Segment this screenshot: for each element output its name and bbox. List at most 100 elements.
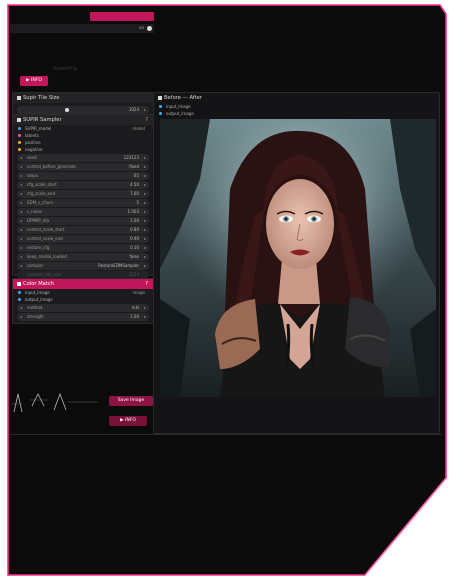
color-match-node[interactable]: Color Match ? input_image image output_i…: [12, 278, 154, 324]
sampler-param-row[interactable]: ◂ seed 123123 ▸: [17, 154, 149, 162]
sampler-param-row[interactable]: ◂ DPMPP_eta 1.00 ▸: [17, 217, 149, 225]
arrow-right-icon[interactable]: ▸: [144, 172, 146, 180]
arrow-left-icon[interactable]: ◂: [20, 217, 22, 225]
arrow-right-icon[interactable]: ▸: [144, 154, 146, 162]
param-label: EDM_s_churn: [27, 200, 54, 205]
node-menu-icon[interactable]: ?: [145, 279, 148, 289]
arrow-right-icon[interactable]: ▸: [144, 262, 146, 270]
port-label: output_image: [166, 111, 194, 116]
arrow-left-icon[interactable]: ◂: [20, 244, 22, 252]
top-toggle-knob[interactable]: [147, 26, 152, 31]
sampler-model-input[interactable]: SUPIR_model model: [17, 125, 149, 132]
arrow-left-icon[interactable]: ◂: [20, 253, 22, 261]
param-label: seed: [27, 155, 37, 160]
sampler-param-row[interactable]: ◂ control_before_generate fixed ▸: [17, 163, 149, 171]
arrow-right-icon[interactable]: ▸: [144, 313, 146, 321]
sampler-param-row[interactable]: ◂ sampler RestoreEDMSampler ▸: [17, 262, 149, 270]
arrow-right-icon[interactable]: ▸: [144, 106, 146, 114]
arrow-right-icon[interactable]: ▸: [144, 208, 146, 216]
before-after-output-image[interactable]: output_image: [158, 110, 435, 117]
arrow-left-icon[interactable]: ◂: [20, 262, 22, 270]
before-after-node-title: Before — After: [154, 93, 439, 103]
sampler-param-row[interactable]: ◂ control_scale_end 0.90 ▸: [17, 235, 149, 243]
node-canvas[interactable]: on SuperPrig ▶ INFO Supir Tile Size 1024…: [6, 8, 444, 573]
port-icon[interactable]: [18, 141, 21, 144]
color-match-title-text: Color Match: [23, 281, 55, 287]
arrow-left-icon[interactable]: ◂: [20, 163, 22, 171]
tile-size-node-title: Supir Tile Size: [13, 93, 153, 103]
sampler-node[interactable]: SUPIR Sampler ? SUPIR_model model latent…: [12, 114, 154, 288]
param-label: steps: [27, 173, 38, 178]
preview-image[interactable]: [160, 119, 436, 397]
sampler-param-row[interactable]: ◂ restore_cfg 0.10 ▸: [17, 244, 149, 252]
sampler-param-row[interactable]: ◂ steps 65 ▸: [17, 172, 149, 180]
arrow-left-icon[interactable]: ◂: [20, 235, 22, 243]
color-match-input-image[interactable]: input_image image: [17, 289, 149, 296]
tile-size-slider[interactable]: 1024 ▸: [17, 106, 149, 114]
param-label: cfg_scale_start: [27, 182, 57, 187]
arrow-right-icon[interactable]: ▸: [144, 244, 146, 252]
arrow-right-icon[interactable]: ▸: [144, 253, 146, 261]
port-label: negative: [25, 147, 43, 152]
sampler-port-negative[interactable]: negative: [17, 146, 149, 153]
port-icon[interactable]: [18, 148, 21, 151]
arrow-right-icon[interactable]: ▸: [144, 226, 146, 234]
portrait-illustration: [160, 119, 436, 397]
save-image-button[interactable]: Save Image: [109, 396, 153, 406]
port-icon[interactable]: [18, 134, 21, 137]
arrow-right-icon[interactable]: ▸: [144, 163, 146, 171]
param-value: 5: [136, 200, 139, 205]
color-match-node-title: Color Match ?: [13, 279, 153, 289]
before-after-title-text: Before — After: [164, 95, 202, 101]
info-button-top-label: INFO: [31, 78, 42, 83]
arrow-right-icon[interactable]: ▸: [144, 304, 146, 312]
before-after-node[interactable]: Before — After input_image output_image: [153, 92, 440, 434]
sampler-param-row[interactable]: ◂ cfg_scale_start 4.50 ▸: [17, 181, 149, 189]
arrow-left-icon[interactable]: ◂: [20, 190, 22, 198]
color-match-output-image[interactable]: output_image: [17, 296, 149, 303]
slider-knob[interactable]: [65, 108, 69, 112]
arrow-left-icon[interactable]: ◂: [20, 304, 22, 312]
param-label: sampler_tile_size: [27, 272, 62, 277]
arrow-left-icon[interactable]: ◂: [20, 181, 22, 189]
port-label: output_image: [25, 297, 53, 302]
sampler-port-positive[interactable]: positive: [17, 139, 149, 146]
sampler-port-latents[interactable]: latents: [17, 132, 149, 139]
arrow-right-icon[interactable]: ▸: [144, 181, 146, 189]
node-dot-icon: [17, 118, 21, 122]
arrow-left-icon[interactable]: ◂: [20, 208, 22, 216]
param-label: cfg_scale_end: [27, 191, 55, 196]
color-match-method[interactable]: ◂ method mkl ▸: [17, 304, 149, 312]
node-dot-icon: [17, 96, 21, 100]
port-label: positive: [25, 140, 41, 145]
port-icon[interactable]: [18, 298, 21, 301]
arrow-left-icon[interactable]: ◂: [20, 154, 22, 162]
sampler-param-row[interactable]: ◂ s_noise 1.003 ▸: [17, 208, 149, 216]
info-button-bottom-label: INFO: [125, 418, 136, 423]
color-match-strength[interactable]: ◂ strength 1.00 ▸: [17, 313, 149, 321]
port-icon[interactable]: [18, 127, 21, 130]
port-icon[interactable]: [18, 291, 21, 294]
param-label: DPMPP_eta: [27, 218, 50, 223]
sampler-param-row[interactable]: ◂ control_scale_start 0.80 ▸: [17, 226, 149, 234]
arrow-right-icon[interactable]: ▸: [144, 217, 146, 225]
top-toggle-label: on: [139, 25, 144, 30]
port-icon[interactable]: [159, 112, 162, 115]
arrow-left-icon[interactable]: ◂: [20, 172, 22, 180]
arrow-left-icon[interactable]: ◂: [20, 226, 22, 234]
param-label: restore_cfg: [27, 245, 50, 250]
sampler-param-row[interactable]: ◂ keep_model_loaded false ▸: [17, 253, 149, 261]
before-after-input-image[interactable]: input_image: [158, 103, 435, 110]
info-button-top[interactable]: ▶ INFO: [20, 76, 48, 86]
info-button-bottom[interactable]: ▶ INFO: [109, 416, 147, 426]
sampler-param-row[interactable]: ◂ cfg_scale_end 7.00 ▸: [17, 190, 149, 198]
port-icon[interactable]: [159, 105, 162, 108]
sampler-param-row[interactable]: ◂ EDM_s_churn 5 ▸: [17, 199, 149, 207]
node-menu-icon[interactable]: ?: [145, 115, 148, 125]
arrow-right-icon[interactable]: ▸: [144, 235, 146, 243]
arrow-left-icon[interactable]: ◂: [20, 199, 22, 207]
arrow-right-icon[interactable]: ▸: [144, 190, 146, 198]
arrow-left-icon[interactable]: ◂: [20, 313, 22, 321]
arrow-right-icon[interactable]: ▸: [144, 199, 146, 207]
node-dot-icon: [17, 282, 21, 286]
